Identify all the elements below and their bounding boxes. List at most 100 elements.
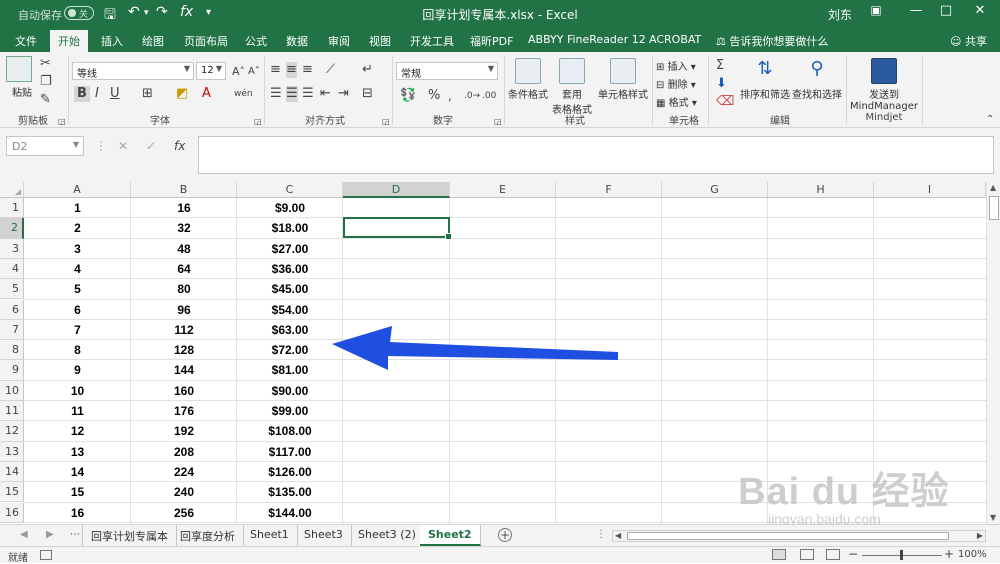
select-all-corner[interactable]: ◢ <box>0 182 24 198</box>
cell-c5[interactable]: $45.00 <box>237 279 343 299</box>
collapse-ribbon-icon[interactable]: ⌃ <box>986 112 994 128</box>
cell-b8[interactable]: 128 <box>131 340 237 360</box>
cell-a9[interactable]: 9 <box>24 360 131 380</box>
cell-c4[interactable]: $36.00 <box>237 259 343 279</box>
enter-icon[interactable]: ✓ <box>146 139 156 153</box>
cell-c13[interactable]: $117.00 <box>237 442 343 462</box>
tab-page-layout[interactable]: 页面布局 <box>184 33 228 49</box>
cell-b4[interactable]: 64 <box>131 259 237 279</box>
tab-abbyy[interactable]: ABBYY FineReader 12 <box>528 33 646 46</box>
cell-a3[interactable]: 3 <box>24 239 131 259</box>
horizontal-scroll-thumb[interactable] <box>627 532 949 540</box>
column-header-g[interactable]: G <box>662 182 768 198</box>
align-center-icon[interactable]: ☰ <box>286 86 298 102</box>
increase-decimal-icon[interactable]: .0→ <box>464 88 480 104</box>
italic-icon[interactable]: I <box>95 86 99 102</box>
minimize-icon[interactable]: — <box>902 3 930 23</box>
cell-b5[interactable]: 80 <box>131 279 237 299</box>
cell-b15[interactable]: 240 <box>131 482 237 502</box>
cell-styles-button[interactable]: 单元格样式 <box>598 58 648 101</box>
align-bottom-icon[interactable]: ≡ <box>302 62 313 78</box>
zoom-level[interactable]: 100% <box>958 549 987 560</box>
cell-c16[interactable]: $144.00 <box>237 503 343 523</box>
row-header-15[interactable]: 15 <box>0 482 24 503</box>
macro-record-icon[interactable] <box>40 550 52 560</box>
decrease-decimal-icon[interactable]: .00 <box>482 88 496 104</box>
column-header-b[interactable]: B <box>131 182 237 198</box>
format-cells-button[interactable]: ▦ 格式 ▾ <box>656 94 697 109</box>
borders-icon[interactable]: ⊞ <box>142 86 153 102</box>
tab-formulas[interactable]: 公式 <box>245 33 267 49</box>
increase-font-icon[interactable]: A˄ <box>232 64 245 80</box>
underline-icon[interactable]: U <box>110 86 120 102</box>
vertical-scroll-thumb[interactable] <box>989 196 999 220</box>
paste-label[interactable]: 粘贴 <box>12 84 32 99</box>
tab-draw[interactable]: 绘图 <box>142 33 164 49</box>
vertical-scrollbar[interactable]: ▲ ▼ <box>986 182 1000 524</box>
cell-a5[interactable]: 5 <box>24 279 131 299</box>
cell-a16[interactable]: 16 <box>24 503 131 523</box>
horizontal-scrollbar[interactable]: ◀ ▶ <box>612 530 986 542</box>
tab-developer[interactable]: 开发工具 <box>410 33 454 49</box>
font-size-select[interactable]: 12 ▼ <box>196 62 226 80</box>
clear-icon[interactable]: ⌫ <box>716 94 734 110</box>
sheet-tab-4[interactable]: Sheet3 <box>296 525 352 546</box>
tab-foxit-pdf[interactable]: 福昕PDF <box>470 33 513 49</box>
scroll-up-icon[interactable]: ▲ <box>990 183 996 192</box>
cell-c1[interactable]: $9.00 <box>237 198 343 218</box>
percent-icon[interactable]: % <box>428 88 440 104</box>
bold-icon[interactable]: B <box>74 86 90 102</box>
merge-center-icon[interactable]: ⊟ <box>362 86 373 102</box>
tell-me-search[interactable]: ⚖ 告诉我你想要做什么 <box>716 33 828 49</box>
phonetic-icon[interactable]: wén <box>234 86 253 102</box>
sheet-tab-2[interactable]: 回享度分析 <box>172 525 244 546</box>
formula-input[interactable] <box>198 136 994 174</box>
column-header-c[interactable]: C <box>237 182 343 198</box>
cell-b10[interactable]: 160 <box>131 381 237 401</box>
row-header-11[interactable]: 11 <box>0 401 24 422</box>
row-header-13[interactable]: 13 <box>0 441 24 462</box>
ribbon-display-icon[interactable]: ▣ <box>862 3 890 23</box>
sheet-tab-3[interactable]: Sheet1 <box>242 525 298 546</box>
align-middle-icon[interactable]: ≡ <box>286 62 297 78</box>
page-break-view-icon[interactable] <box>826 549 840 560</box>
row-header-10[interactable]: 10 <box>0 380 24 401</box>
currency-icon[interactable]: 💱 <box>400 88 416 104</box>
name-box[interactable]: D2 ▼ <box>6 136 84 156</box>
cell-c2[interactable]: $18.00 <box>237 218 343 238</box>
align-left-icon[interactable]: ☰ <box>270 86 282 102</box>
cell-b16[interactable]: 256 <box>131 503 237 523</box>
row-header-8[interactable]: 8 <box>0 340 24 361</box>
next-sheet-icon[interactable]: ▶ <box>46 529 54 540</box>
cell-a11[interactable]: 11 <box>24 401 131 421</box>
insert-cells-button[interactable]: ⊞ 插入 ▾ <box>656 58 696 73</box>
sort-filter-button[interactable]: ⇅ 排序和筛选 <box>740 58 790 101</box>
cancel-icon[interactable]: ✕ <box>118 139 128 153</box>
number-format-select[interactable]: 常规 ▼ <box>396 62 498 80</box>
font-color-icon[interactable]: A <box>202 86 211 102</box>
tab-home[interactable]: 开始 <box>50 30 88 52</box>
scroll-down-icon[interactable]: ▼ <box>990 513 996 522</box>
cell-b14[interactable]: 224 <box>131 462 237 482</box>
cell-c6[interactable]: $54.00 <box>237 300 343 320</box>
maximize-icon[interactable]: □ <box>932 3 960 23</box>
decrease-indent-icon[interactable]: ⇤ <box>320 86 331 102</box>
cell-a10[interactable]: 10 <box>24 381 131 401</box>
cell-c15[interactable]: $135.00 <box>237 482 343 502</box>
column-header-f[interactable]: F <box>556 182 662 198</box>
format-as-table-button[interactable]: 套用 表格格式 <box>550 58 594 116</box>
cell-b9[interactable]: 144 <box>131 360 237 380</box>
sheet-tab-6[interactable]: Sheet2 <box>420 525 481 546</box>
tab-view[interactable]: 视图 <box>369 33 391 49</box>
normal-view-icon[interactable] <box>772 549 786 560</box>
cell-a15[interactable]: 15 <box>24 482 131 502</box>
cell-a12[interactable]: 12 <box>24 421 131 441</box>
row-header-14[interactable]: 14 <box>0 461 24 483</box>
cell-a14[interactable]: 14 <box>24 462 131 482</box>
row-header-4[interactable]: 4 <box>0 258 24 280</box>
cell-b13[interactable]: 208 <box>131 442 237 462</box>
tab-insert[interactable]: 插入 <box>101 33 123 49</box>
cell-b12[interactable]: 192 <box>131 421 237 441</box>
column-header-e[interactable]: E <box>450 182 556 198</box>
cell-a13[interactable]: 13 <box>24 442 131 462</box>
